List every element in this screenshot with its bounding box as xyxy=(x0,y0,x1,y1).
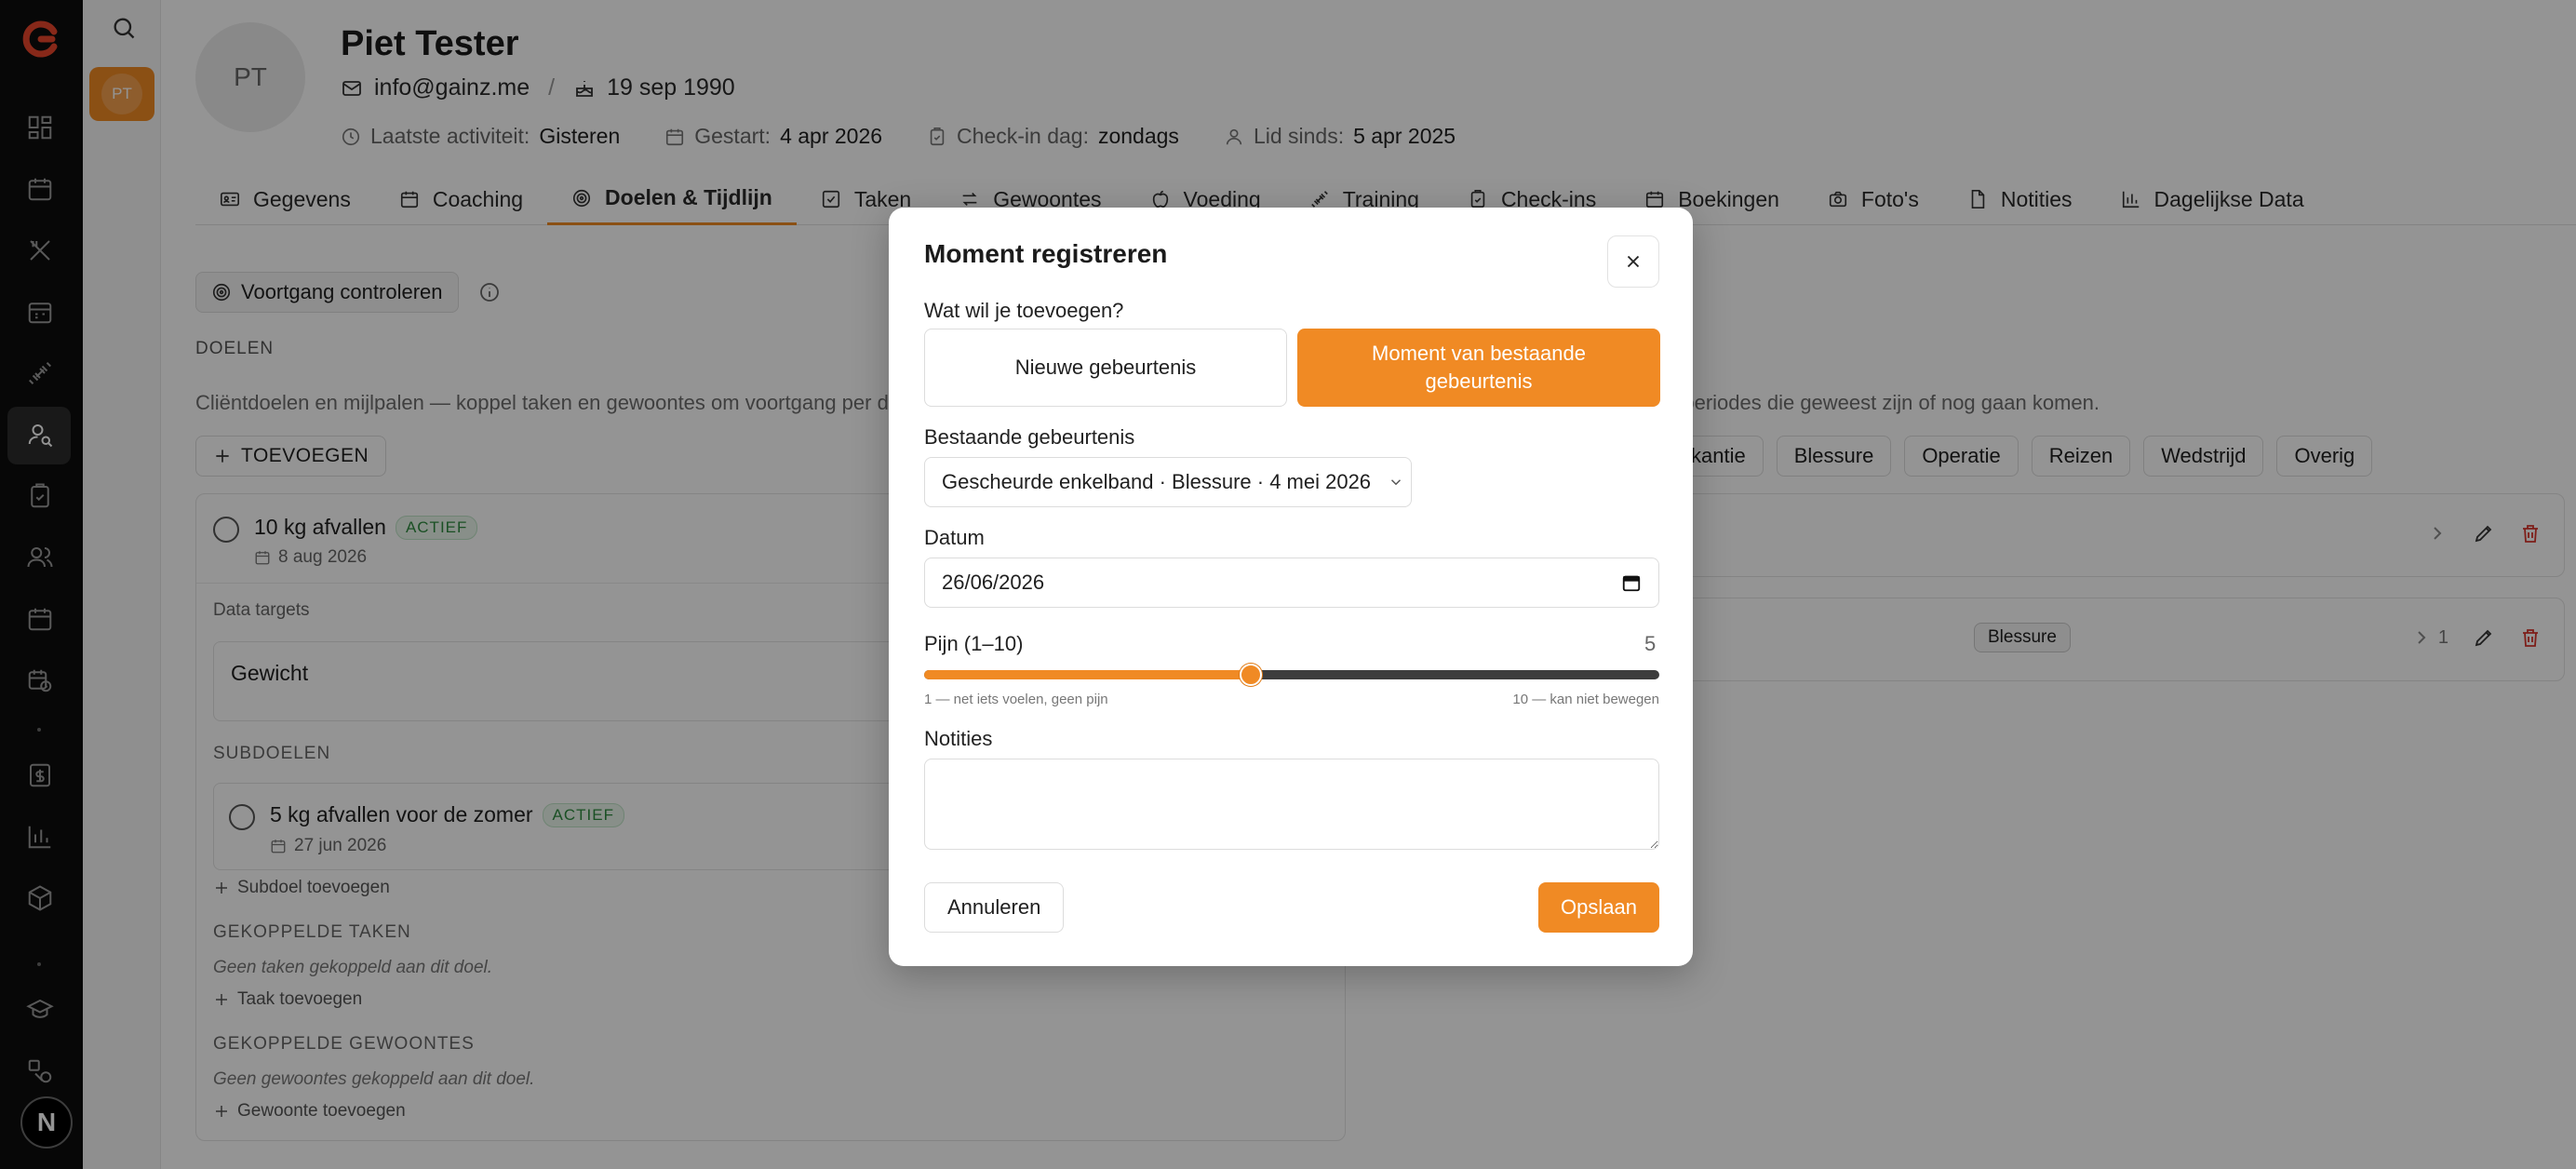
chevron-down-icon xyxy=(1391,479,1402,486)
existing-event-label: Bestaande gebeurtenis xyxy=(924,425,1135,449)
pain-slider[interactable] xyxy=(924,664,1659,686)
existing-event-value: Gescheurde enkelband · Blessure · 4 mei … xyxy=(942,470,1372,493)
pain-slider-thumb[interactable] xyxy=(1240,664,1262,686)
calendar-icon[interactable] xyxy=(1621,572,1642,593)
existing-event-select[interactable]: Gescheurde enkelband · Blessure · 4 mei … xyxy=(924,457,1412,507)
close-button[interactable] xyxy=(1607,235,1659,288)
notes-textarea[interactable] xyxy=(924,759,1659,850)
pain-label: Pijn (1–10) xyxy=(924,632,1024,655)
date-value: 26/06/2026 xyxy=(942,571,1045,594)
date-label: Datum xyxy=(924,526,985,549)
pain-max-label: 10 — kan niet bewegen xyxy=(1512,692,1659,707)
pain-slider-fill xyxy=(924,670,1251,679)
notes-label: Notities xyxy=(924,727,993,750)
close-icon xyxy=(1627,255,1640,268)
new-event-option[interactable]: Nieuwe gebeurtenis xyxy=(924,329,1287,407)
dialog-title: Moment registreren xyxy=(924,239,1168,268)
pain-min-label: 1 — net iets voelen, geen pijn xyxy=(924,692,1108,707)
add-type-label: Wat wil je toevoegen? xyxy=(924,299,1124,322)
cancel-button[interactable]: Annuleren xyxy=(924,882,1065,933)
date-field[interactable]: 26/06/2026 xyxy=(924,558,1659,608)
save-button[interactable]: Opslaan xyxy=(1538,882,1659,933)
existing-event-moment-option[interactable]: Moment van bestaande gebeurtenis xyxy=(1297,329,1660,407)
register-moment-dialog: Moment registreren Wat wil je toevoegen?… xyxy=(889,208,1693,966)
pain-value: 5 xyxy=(1644,632,1657,655)
